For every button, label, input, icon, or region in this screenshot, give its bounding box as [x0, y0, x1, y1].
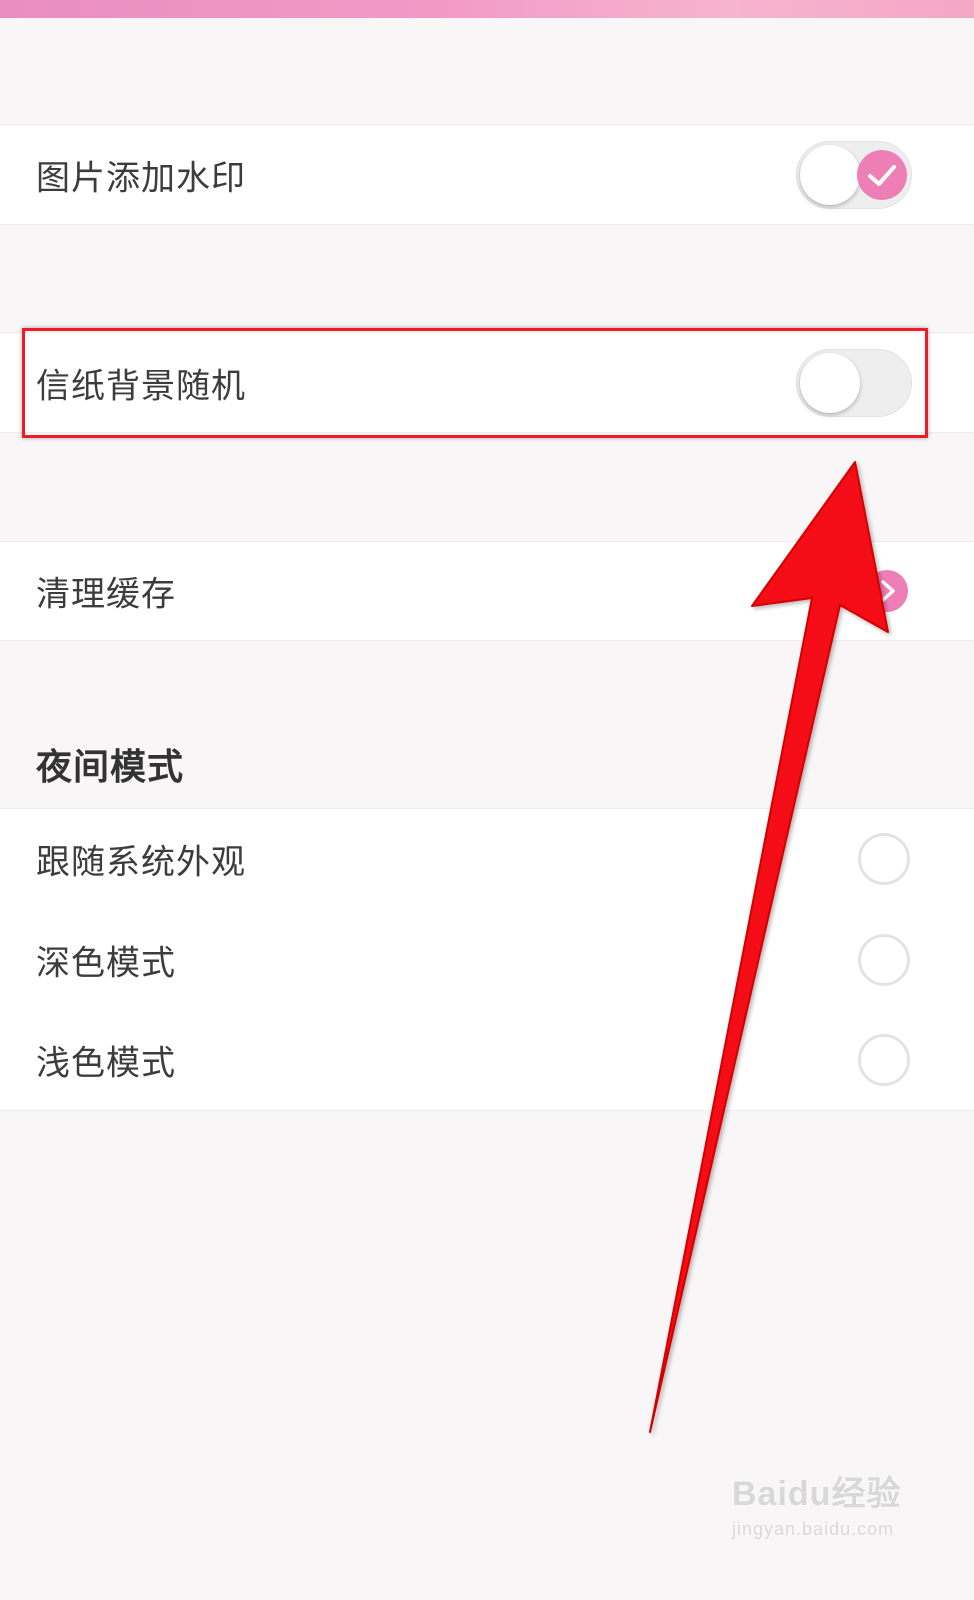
chevron-right-icon [866, 570, 908, 612]
watermark-sub-text: jingyan.baidu.com [732, 1519, 895, 1539]
night-mode-option-dark[interactable]: 深色模式 [0, 909, 974, 1011]
settings-row-clear-cache[interactable]: 清理缓存 [0, 541, 974, 641]
toggle-knob [800, 144, 860, 205]
light-mode-radio[interactable] [858, 1034, 910, 1086]
follow-system-label: 跟随系统外观 [36, 842, 246, 883]
light-mode-label: 浅色模式 [36, 1043, 176, 1084]
red-arrow-annotation [649, 461, 889, 1433]
top-header-strip [0, 0, 974, 18]
watermark-label: 图片添加水印 [36, 158, 246, 198]
watermark-main-text: Baidu经验 [732, 1475, 902, 1513]
night-mode-option-light[interactable]: 浅色模式 [0, 1010, 974, 1111]
dark-mode-label: 深色模式 [36, 943, 176, 983]
dark-mode-radio[interactable] [858, 933, 910, 986]
watermark-toggle[interactable] [796, 140, 912, 209]
baidu-watermark-logo: Baidu经验 jingyan.baidu.com [732, 1466, 912, 1540]
night-mode-section-title: 夜间模式 [36, 747, 185, 788]
check-icon [857, 149, 907, 200]
clear-cache-label: 清理缓存 [36, 574, 176, 615]
highlight-box [22, 328, 928, 438]
night-mode-option-follow-system[interactable]: 跟随系统外观 [0, 808, 974, 910]
follow-system-radio[interactable] [858, 833, 910, 885]
settings-row-watermark[interactable]: 图片添加水印 [0, 124, 974, 225]
